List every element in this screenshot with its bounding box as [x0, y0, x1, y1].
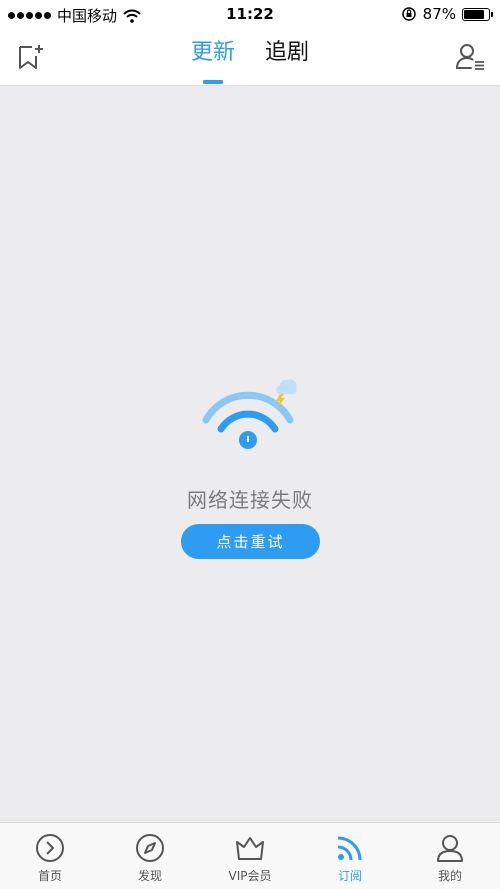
nav-item-home[interactable]: 首页 [0, 823, 100, 889]
tab-updates-label: 更新 [190, 40, 235, 65]
active-tab-indicator [202, 80, 223, 84]
nav-label-home: 首页 [37, 869, 62, 883]
user-list-icon[interactable] [454, 40, 486, 72]
status-right: 87% [401, 5, 493, 23]
nav-label-me: 我的 [437, 869, 462, 883]
top-tabs: 更新 追剧 [0, 38, 500, 84]
retry-button[interactable]: 点击重试 [181, 524, 320, 559]
status-bar: 中国移动 11:22 87% [0, 0, 500, 30]
main-content: 网络连接失败 点击重试 [0, 86, 500, 822]
tab-updates[interactable]: 更新 [189, 38, 237, 84]
nav-label-discover: 发现 [137, 869, 162, 883]
person-icon [437, 835, 463, 862]
rotation-lock-icon [401, 7, 416, 21]
play-circle-icon [36, 834, 64, 862]
error-message: 网络连接失败 [187, 488, 313, 512]
nav-label-vip: VIP会员 [228, 869, 272, 883]
tab-following[interactable]: 追剧 [263, 38, 311, 84]
network-error-icon [202, 379, 297, 449]
tab-following-label: 追剧 [265, 40, 310, 65]
nav-label-subscribe: 订阅 [337, 869, 362, 883]
nav-item-me[interactable]: 我的 [400, 823, 500, 889]
nav-item-vip[interactable]: VIP会员 [200, 823, 300, 889]
rss-icon [337, 836, 362, 861]
crown-icon [236, 837, 264, 860]
bottom-nav: 首页 发现 VIP会员 订阅 我的 [0, 822, 500, 889]
battery-percent: 87% [422, 5, 456, 23]
battery-icon [462, 7, 493, 21]
top-header: 更新 追剧 [0, 30, 500, 86]
nav-item-subscribe[interactable]: 订阅 [300, 823, 400, 889]
nav-item-discover[interactable]: 发现 [100, 823, 200, 889]
compass-icon [136, 834, 164, 862]
